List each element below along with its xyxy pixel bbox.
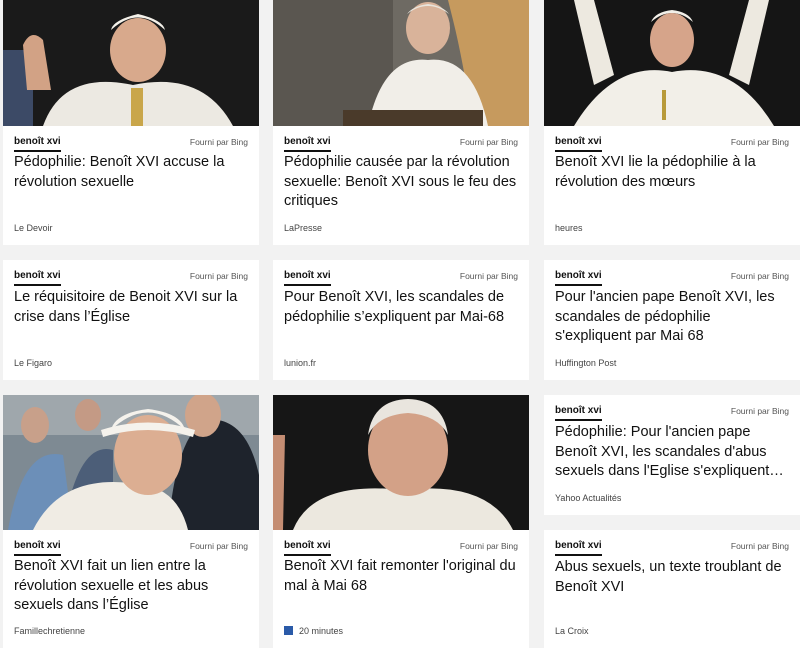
source-label: Huffington Post (555, 358, 617, 368)
topic-tag[interactable]: benoît xvi (555, 136, 602, 152)
source-name: 20 minutes (299, 626, 344, 636)
source-label: 20 minutes (284, 625, 343, 637)
source-label: heures (555, 223, 583, 233)
provider-label: Fourni par Bing (189, 137, 248, 147)
news-image[interactable] (3, 395, 259, 530)
provider-label: Fourni par Bing (459, 137, 518, 147)
provider-label: Fourni par Bing (730, 541, 789, 551)
topic-tag[interactable]: benoît xvi (284, 136, 331, 152)
news-card[interactable]: benoît xvi Fourni par Bing Pédophilie ca… (273, 0, 529, 245)
topic-tag[interactable]: benoît xvi (284, 540, 331, 556)
news-card[interactable]: benoît xvi Fourni par Bing Pour Benoît X… (273, 260, 529, 380)
headline-link[interactable]: Pédophilie: Pour l'ancien pape Benoît XV… (555, 423, 789, 482)
topic-tag[interactable]: benoît xvi (555, 540, 602, 556)
headline-link[interactable]: Pédophilie causée par la révolution sexu… (284, 153, 518, 212)
news-card[interactable]: benoît xvi Fourni par Bing Pour l'ancien… (544, 260, 800, 380)
headline-link[interactable]: Benoît XVI lie la pédophilie à la révolu… (555, 153, 789, 192)
source-label: Le Devoir (14, 223, 53, 233)
topic-tag[interactable]: benoît xvi (284, 270, 331, 286)
headline-link[interactable]: Le réquisitoire de Benoit XVI sur la cri… (14, 288, 248, 327)
headline-link[interactable]: Benoît XVI fait remonter l'original du m… (284, 557, 518, 596)
news-card[interactable]: benoît xvi Fourni par Bing Benoît XVI fa… (273, 395, 529, 648)
provider-label: Fourni par Bing (730, 271, 789, 281)
news-card[interactable]: benoît xvi Fourni par Bing Pédophilie: P… (544, 395, 800, 515)
provider-label: Fourni par Bing (459, 541, 518, 551)
source-label: Le Figaro (14, 358, 53, 368)
headline-link[interactable]: Abus sexuels, un texte troublant de Beno… (555, 558, 789, 597)
news-image[interactable] (544, 0, 800, 126)
source-label: La Croix (555, 626, 589, 636)
source-logo-icon (284, 626, 293, 635)
source-label: Famillechretienne (14, 626, 86, 636)
headline-link[interactable]: Pour Benoît XVI, les scandales de pédoph… (284, 288, 518, 327)
provider-label: Fourni par Bing (730, 406, 789, 416)
provider-label: Fourni par Bing (189, 271, 248, 281)
topic-tag[interactable]: benoît xvi (14, 136, 61, 152)
source-label: lunion.fr (284, 358, 317, 368)
provider-label: Fourni par Bing (459, 271, 518, 281)
news-image[interactable] (273, 395, 529, 530)
headline-link[interactable]: Pour l'ancien pape Benoît XVI, les scand… (555, 288, 789, 347)
news-image[interactable] (273, 0, 529, 126)
headline-link[interactable]: Benoît XVI fait un lien entre la révolut… (14, 557, 248, 616)
provider-label: Fourni par Bing (730, 137, 789, 147)
provider-label: Fourni par Bing (189, 541, 248, 551)
topic-tag[interactable]: benoît xvi (14, 540, 61, 556)
news-card[interactable]: benoît xvi Fourni par Bing Benoît XVI li… (544, 0, 800, 245)
news-card[interactable]: benoît xvi Fourni par Bing Benoît XVI fa… (3, 395, 259, 648)
topic-tag[interactable]: benoît xvi (14, 270, 61, 286)
topic-tag[interactable]: benoît xvi (555, 270, 602, 286)
news-card[interactable]: benoît xvi Fourni par Bing Abus sexuels,… (544, 530, 800, 648)
source-label: LaPresse (284, 223, 323, 233)
headline-link[interactable]: Pédophilie: Benoît XVI accuse la révolut… (14, 153, 248, 192)
news-image[interactable] (3, 0, 259, 126)
news-card[interactable]: benoît xvi Fourni par Bing Le réquisitoi… (3, 260, 259, 380)
news-card[interactable]: benoît xvi Fourni par Bing Pédophilie: B… (3, 0, 259, 245)
source-label: Yahoo Actualités (555, 493, 622, 503)
topic-tag[interactable]: benoît xvi (555, 405, 602, 421)
